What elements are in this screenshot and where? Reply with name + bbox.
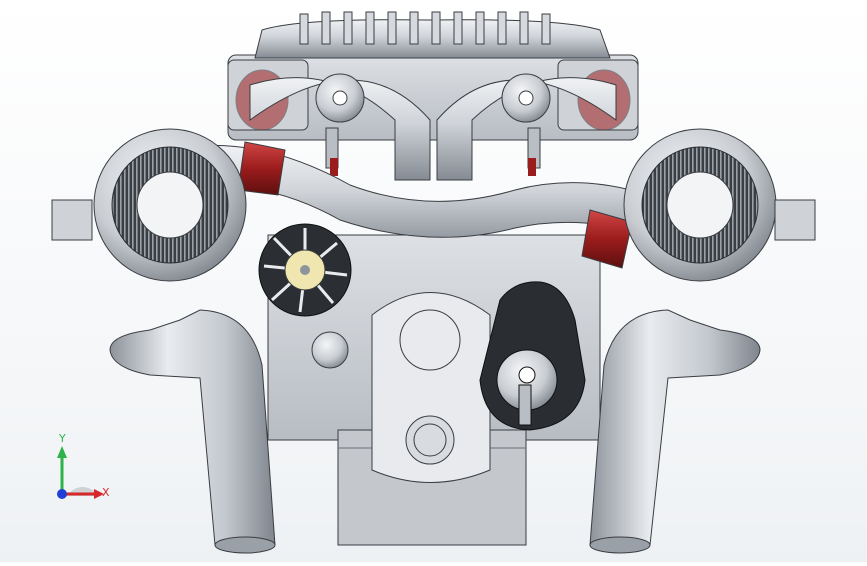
z-axis-dot [57, 489, 67, 499]
coupler-left[interactable] [237, 141, 286, 196]
intake-plenum[interactable] [227, 11, 639, 181]
turbo-left[interactable] [51, 128, 247, 282]
wastegate-right[interactable] [774, 199, 816, 241]
alternator-fan[interactable] [258, 223, 352, 317]
y-axis-arrow [57, 446, 67, 458]
x-axis-label: X [102, 486, 110, 499]
turbo-right[interactable] [623, 128, 816, 282]
axis-triad: Y X [46, 432, 116, 510]
cad-viewport[interactable]: Y X [0, 0, 867, 562]
water-outlet[interactable] [311, 331, 349, 369]
engine-model[interactable] [0, 0, 867, 562]
wastegate-left[interactable] [51, 199, 93, 241]
y-axis-label: Y [59, 432, 66, 445]
